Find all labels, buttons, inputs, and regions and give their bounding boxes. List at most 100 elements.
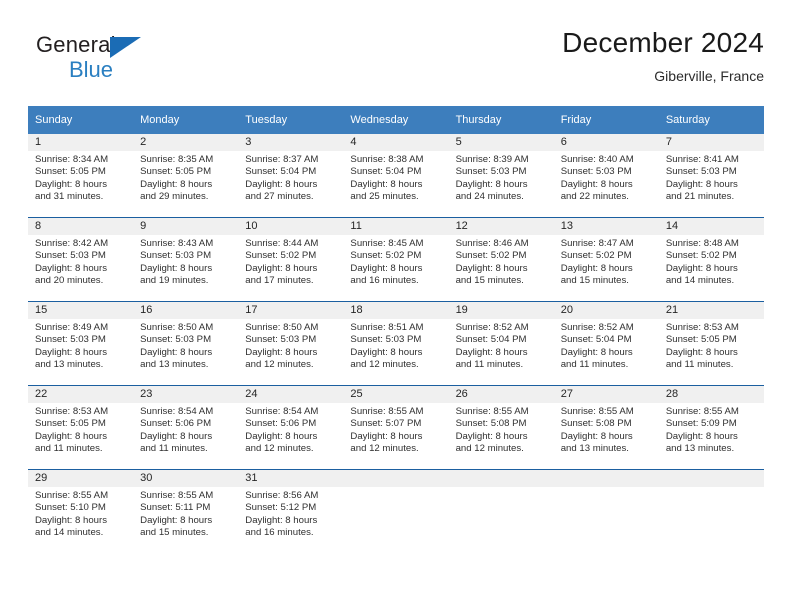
calendar-day-cell[interactable]: 29 Sunrise: 8:55 AM Sunset: 5:10 PM Dayligh… xyxy=(28,469,134,553)
calendar-day-cell[interactable]: 9 Sunrise: 8:43 AM Sunset: 5:03 PM Daylight… xyxy=(133,217,239,302)
calendar-day-cell[interactable]: 28 Sunrise: 8:55 AM Sunset: 5:09 PM Dayligh… xyxy=(658,385,764,470)
weekday-header-wednesday: Wednesday xyxy=(343,106,449,134)
daylight-text-line2: and 15 minutes. xyxy=(560,275,629,287)
calendar-day-cell[interactable]: 5 Sunrise: 8:39 AM Sunset: 5:03 PM Daylight… xyxy=(448,134,554,218)
day-number: 3 xyxy=(238,134,344,151)
calendar-day-cell[interactable]: 20 Sunrise: 8:52 AM Sunset: 5:04 PM Dayligh… xyxy=(553,301,659,386)
day-cell-inner: 11 Sunrise: 8:45 AM Sunset: 5:02 PM Dayligh… xyxy=(343,218,449,301)
day-details: Sunrise: 8:53 AM Sunset: 5:05 PM Daylight:… xyxy=(659,319,764,372)
calendar-day-cell[interactable]: 3 Sunrise: 8:37 AM Sunset: 5:04 PM Daylight… xyxy=(238,134,344,218)
calendar-day-cell[interactable]: 27 Sunrise: 8:55 AM Sunset: 5:08 PM Dayligh… xyxy=(553,385,659,470)
weekday-header-saturday: Saturday xyxy=(658,106,764,134)
calendar-day-cell[interactable]: 14 Sunrise: 8:48 AM Sunset: 5:02 PM Dayligh… xyxy=(658,217,764,302)
day-details: Sunrise: 8:55 AM Sunset: 5:08 PM Daylight:… xyxy=(554,403,659,456)
sunset-text: Sunset: 5:08 PM xyxy=(455,418,527,430)
day-details: Sunrise: 8:55 AM Sunset: 5:09 PM Daylight:… xyxy=(659,403,764,456)
sunset-text: Sunset: 5:04 PM xyxy=(560,334,632,346)
calendar-day-cell[interactable]: 26 Sunrise: 8:55 AM Sunset: 5:08 PM Dayligh… xyxy=(448,385,554,470)
calendar-day-cell[interactable]: 24 Sunrise: 8:54 AM Sunset: 5:06 PM Dayligh… xyxy=(238,385,344,470)
weekday-header-friday: Friday xyxy=(553,106,659,134)
calendar-day-cell[interactable]: 8 Sunrise: 8:42 AM Sunset: 5:03 PM Daylight… xyxy=(28,217,134,302)
title-block: December 2024 Giberville, France xyxy=(562,26,764,86)
sunset-text: Sunset: 5:04 PM xyxy=(455,334,527,346)
day-cell-inner: 1 Sunrise: 8:34 AM Sunset: 5:05 PM Daylight… xyxy=(28,134,134,217)
calendar-day-cell[interactable]: 25 Sunrise: 8:55 AM Sunset: 5:07 PM Dayligh… xyxy=(343,385,449,470)
daylight-text-line2: and 12 minutes. xyxy=(245,443,314,455)
sunrise-text: Sunrise: 8:55 AM xyxy=(560,406,634,417)
day-number: 15 xyxy=(28,302,134,319)
sunset-text: Sunset: 5:02 PM xyxy=(455,250,527,262)
day-details: Sunrise: 8:55 AM Sunset: 5:11 PM Daylight:… xyxy=(133,487,238,540)
weekday-header-tuesday: Tuesday xyxy=(238,106,344,134)
calendar-day-cell[interactable]: 15 Sunrise: 8:49 AM Sunset: 5:03 PM Dayligh… xyxy=(28,301,134,386)
day-cell-inner: 29 Sunrise: 8:55 AM Sunset: 5:10 PM Dayligh… xyxy=(28,470,134,553)
calendar-day-cell[interactable]: 11 Sunrise: 8:45 AM Sunset: 5:02 PM Dayligh… xyxy=(343,217,449,302)
daylight-text-line1: Daylight: 8 hours xyxy=(560,178,633,190)
calendar-day-cell[interactable]: 1 Sunrise: 8:34 AM Sunset: 5:05 PM Daylight… xyxy=(28,134,134,218)
sunrise-text: Sunrise: 8:37 AM xyxy=(245,154,319,165)
sunrise-text: Sunrise: 8:46 AM xyxy=(455,238,529,249)
calendar-day-cell[interactable]: 6 Sunrise: 8:40 AM Sunset: 5:03 PM Daylight… xyxy=(553,134,659,218)
calendar-day-cell[interactable]: 22 Sunrise: 8:53 AM Sunset: 5:05 PM Dayligh… xyxy=(28,385,134,470)
day-cell-inner xyxy=(343,470,449,553)
calendar-day-cell[interactable]: 13 Sunrise: 8:47 AM Sunset: 5:02 PM Dayligh… xyxy=(553,217,659,302)
calendar-day-cell[interactable]: 16 Sunrise: 8:50 AM Sunset: 5:03 PM Dayligh… xyxy=(133,301,239,386)
sunset-text: Sunset: 5:06 PM xyxy=(140,418,212,430)
day-details: Sunrise: 8:54 AM Sunset: 5:06 PM Daylight:… xyxy=(133,403,238,456)
daylight-text-line2: and 11 minutes. xyxy=(665,359,734,371)
day-number: 13 xyxy=(553,218,659,235)
day-number: 6 xyxy=(553,134,659,151)
sunrise-text: Sunrise: 8:34 AM xyxy=(35,154,109,165)
calendar-day-cell[interactable]: 23 Sunrise: 8:54 AM Sunset: 5:06 PM Dayligh… xyxy=(133,385,239,470)
daylight-text-line1: Daylight: 8 hours xyxy=(455,262,528,274)
weekday-header-row: Sunday Monday Tuesday Wednesday Thursday… xyxy=(28,106,764,134)
day-cell-inner: 25 Sunrise: 8:55 AM Sunset: 5:07 PM Dayligh… xyxy=(343,386,449,469)
sunset-text: Sunset: 5:12 PM xyxy=(245,502,317,514)
day-details: Sunrise: 8:54 AM Sunset: 5:06 PM Daylight:… xyxy=(238,403,343,456)
day-number: 22 xyxy=(28,386,134,403)
calendar-day-cell[interactable]: 19 Sunrise: 8:52 AM Sunset: 5:04 PM Dayligh… xyxy=(448,301,554,386)
day-details: Sunrise: 8:52 AM Sunset: 5:04 PM Daylight:… xyxy=(554,319,659,372)
calendar-day-cell[interactable]: 4 Sunrise: 8:38 AM Sunset: 5:04 PM Daylight… xyxy=(343,134,449,218)
day-cell-inner: 19 Sunrise: 8:52 AM Sunset: 5:04 PM Dayligh… xyxy=(448,302,554,385)
sunrise-text: Sunrise: 8:53 AM xyxy=(35,406,109,417)
day-details: Sunrise: 8:55 AM Sunset: 5:08 PM Daylight:… xyxy=(449,403,554,456)
calendar-day-cell[interactable]: 30 Sunrise: 8:55 AM Sunset: 5:11 PM Dayligh… xyxy=(133,469,239,553)
daylight-text-line1: Daylight: 8 hours xyxy=(140,262,213,274)
brand-logo[interactable]: General Blue xyxy=(36,32,206,88)
calendar-day-cell[interactable]: 2 Sunrise: 8:35 AM Sunset: 5:05 PM Daylight… xyxy=(133,134,239,218)
day-details: Sunrise: 8:51 AM Sunset: 5:03 PM Daylight:… xyxy=(343,319,448,372)
sunrise-text: Sunrise: 8:50 AM xyxy=(245,322,319,333)
day-cell-inner: 14 Sunrise: 8:48 AM Sunset: 5:02 PM Dayligh… xyxy=(658,218,764,301)
day-cell-inner xyxy=(658,470,764,553)
calendar-day-cell[interactable]: 10 Sunrise: 8:44 AM Sunset: 5:02 PM Dayligh… xyxy=(238,217,344,302)
daylight-text-line1: Daylight: 8 hours xyxy=(35,178,107,190)
daylight-text-line1: Daylight: 8 hours xyxy=(665,430,738,442)
daylight-text-line1: Daylight: 8 hours xyxy=(665,178,738,190)
calendar-page: General Blue December 2024 Giberville, F… xyxy=(0,0,792,612)
daylight-text-line2: and 12 minutes. xyxy=(350,443,419,455)
day-cell-inner: 10 Sunrise: 8:44 AM Sunset: 5:02 PM Dayligh… xyxy=(238,218,344,301)
day-details: Sunrise: 8:48 AM Sunset: 5:02 PM Daylight:… xyxy=(659,235,764,288)
daylight-text-line1: Daylight: 8 hours xyxy=(560,430,633,442)
calendar-day-cell[interactable]: 31 Sunrise: 8:56 AM Sunset: 5:12 PM Dayligh… xyxy=(238,469,344,553)
calendar-day-cell[interactable]: 21 Sunrise: 8:53 AM Sunset: 5:05 PM Dayligh… xyxy=(658,301,764,386)
day-cell-inner xyxy=(448,470,554,553)
sunrise-text: Sunrise: 8:41 AM xyxy=(665,154,739,165)
day-cell-inner: 21 Sunrise: 8:53 AM Sunset: 5:05 PM Dayligh… xyxy=(658,302,764,385)
daylight-text-line2: and 22 minutes. xyxy=(560,191,629,203)
day-number xyxy=(448,470,554,487)
sunset-text: Sunset: 5:03 PM xyxy=(35,334,106,346)
daylight-text-line2: and 11 minutes. xyxy=(35,443,103,455)
calendar-day-cell[interactable]: 7 Sunrise: 8:41 AM Sunset: 5:03 PM Daylight… xyxy=(658,134,764,218)
daylight-text-line1: Daylight: 8 hours xyxy=(245,178,318,190)
daylight-text-line2: and 16 minutes. xyxy=(350,275,419,287)
sunset-text: Sunset: 5:03 PM xyxy=(140,334,212,346)
sunrise-text: Sunrise: 8:40 AM xyxy=(560,154,634,165)
triangle-logo-icon xyxy=(110,37,141,58)
calendar-day-cell[interactable]: 12 Sunrise: 8:46 AM Sunset: 5:02 PM Dayligh… xyxy=(448,217,554,302)
day-details: Sunrise: 8:46 AM Sunset: 5:02 PM Daylight:… xyxy=(449,235,554,288)
calendar-day-cell[interactable]: 18 Sunrise: 8:51 AM Sunset: 5:03 PM Dayligh… xyxy=(343,301,449,386)
day-number: 20 xyxy=(553,302,659,319)
calendar-day-cell[interactable]: 17 Sunrise: 8:50 AM Sunset: 5:03 PM Dayligh… xyxy=(238,301,344,386)
